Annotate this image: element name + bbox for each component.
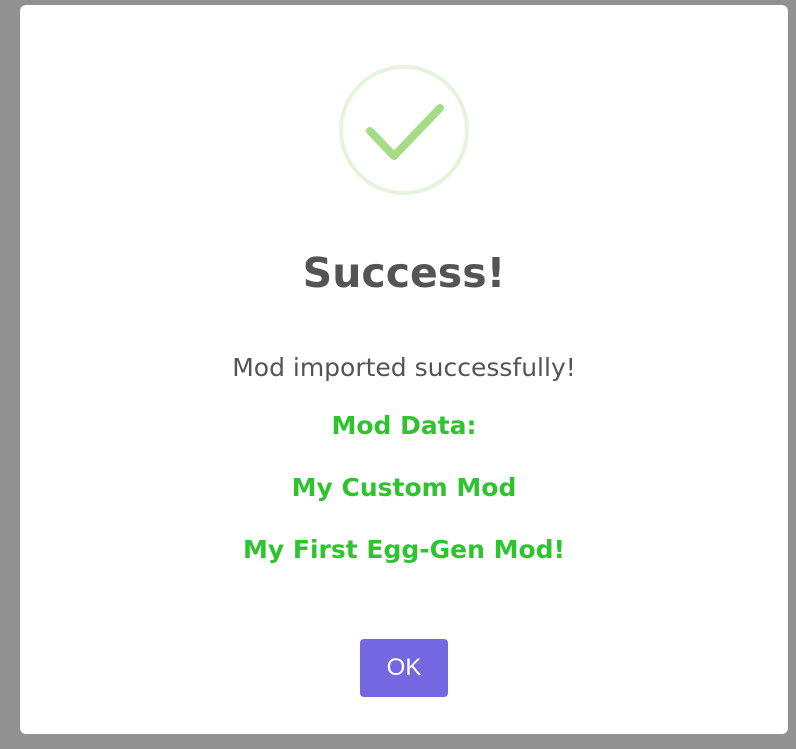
mod-description: My First Egg-Gen Mod!: [243, 535, 565, 564]
ok-button[interactable]: OK: [360, 639, 448, 697]
dialog-title: Success!: [302, 249, 506, 297]
dialog-message: Mod imported successfully!: [232, 353, 576, 382]
success-dialog: Success! Mod imported successfully! Mod …: [20, 5, 788, 734]
mod-name: My Custom Mod: [291, 473, 517, 502]
success-check-icon: [338, 64, 470, 196]
mod-data-label: Mod Data:: [331, 411, 477, 440]
